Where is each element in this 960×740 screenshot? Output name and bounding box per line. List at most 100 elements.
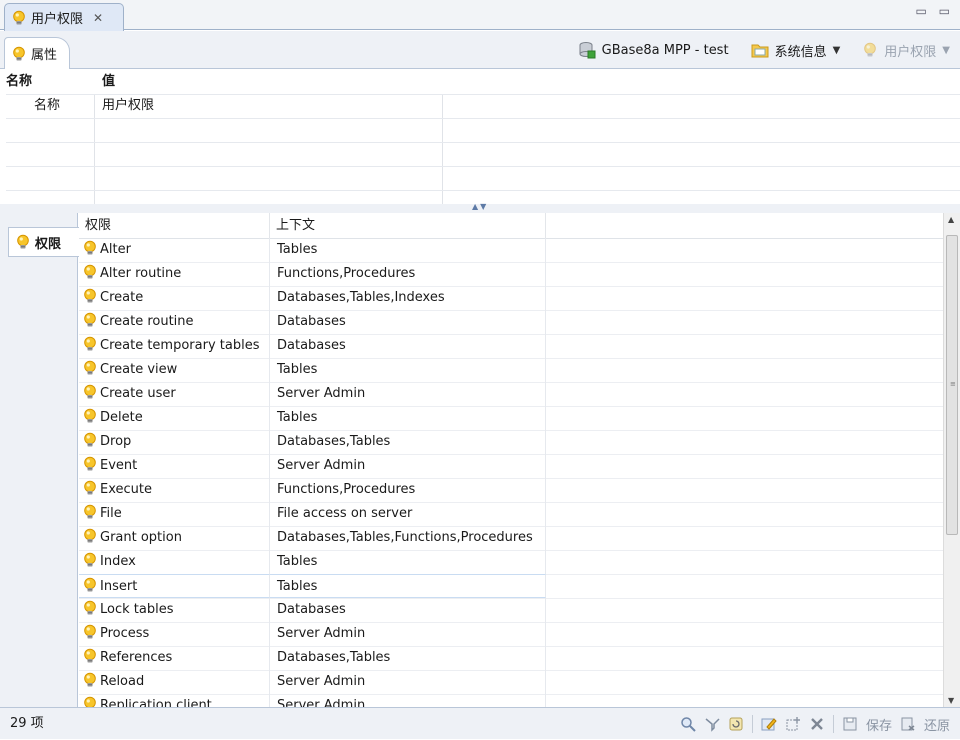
empty-row [6, 118, 960, 143]
table-row[interactable]: Insert Tables [79, 574, 943, 599]
maximize-icon[interactable]: ▭ [939, 4, 954, 18]
context-cell: Server Admin [270, 622, 546, 646]
privilege-name: Insert [100, 579, 138, 594]
tab-permissions-label: 权限 [35, 236, 62, 252]
table-row[interactable]: Delete Tables [79, 406, 943, 431]
privilege-name: Drop [100, 434, 132, 449]
privilege-name: Delete [100, 410, 143, 425]
edit-icon[interactable] [761, 716, 777, 732]
table-row[interactable]: Alter Tables [79, 238, 943, 263]
column-header-privilege[interactable]: 权限 [79, 213, 270, 238]
filter-icon[interactable] [704, 716, 720, 732]
close-icon[interactable]: ✕ [93, 11, 103, 25]
vertical-scrollbar[interactable]: ▲ ≡ ▼ [943, 213, 960, 707]
scroll-thumb[interactable]: ≡ [946, 235, 958, 535]
privilege-name: Create [100, 290, 144, 305]
revert-icon[interactable] [900, 716, 916, 732]
refresh-icon[interactable] [728, 716, 744, 732]
bulb-icon [84, 240, 96, 255]
context-cell: Server Admin [270, 694, 546, 707]
table-row[interactable]: Create view Tables [79, 358, 943, 383]
scroll-down-icon[interactable]: ▼ [948, 696, 954, 705]
table-row[interactable]: Replication client Server Admin [79, 694, 943, 707]
privilege-cell: Drop [79, 430, 270, 454]
table-row[interactable]: Execute Functions,Procedures [79, 478, 943, 503]
table-row[interactable]: Process Server Admin [79, 622, 943, 647]
table-row[interactable]: Lock tables Databases [79, 598, 943, 623]
privilege-name: Lock tables [100, 602, 174, 617]
privilege-name: Alter [100, 242, 131, 257]
privilege-name: Event [100, 458, 138, 473]
table-row[interactable]: Create user Server Admin [79, 382, 943, 407]
add-icon[interactable] [785, 716, 801, 732]
minimize-icon[interactable]: ▭ [915, 4, 930, 18]
table-row[interactable]: Alter routine Functions,Procedures [79, 262, 943, 287]
table-row[interactable]: Reload Server Admin [79, 670, 943, 695]
column-header-value: 值 [102, 74, 116, 89]
collapse-arrows-icon[interactable]: ▲▼ [472, 202, 488, 211]
privilege-cell: Delete [79, 406, 270, 430]
save-icon[interactable] [842, 716, 858, 732]
privilege-name: Create user [100, 386, 176, 401]
column-header-context[interactable]: 上下文 [270, 213, 546, 238]
permissions-table: 权限 上下文 Alter Tables Alter routine Functions… [79, 213, 943, 707]
table-row[interactable]: Event Server Admin [79, 454, 943, 479]
chevron-down-icon[interactable]: ▼ [833, 45, 841, 56]
folder-icon [751, 44, 769, 58]
context-cell: Databases,Tables [270, 430, 546, 454]
table-row[interactable]: Create Databases,Tables,Indexes [79, 286, 943, 311]
revert-button[interactable]: 还原 [924, 715, 950, 734]
tab-properties[interactable]: 属性 [4, 37, 70, 69]
table-row[interactable]: Drop Databases,Tables [79, 430, 943, 455]
context-cell: Server Admin [270, 670, 546, 694]
privilege-context: Server Admin [277, 698, 366, 707]
privilege-name: Grant option [100, 530, 182, 545]
bulb-icon [84, 528, 96, 543]
search-icon[interactable] [680, 716, 696, 732]
context-cell: Tables [270, 406, 546, 430]
editor-tab-bar: 用户权限 ✕ ▭ ▭ [0, 0, 960, 31]
privilege-cell: Create view [79, 358, 270, 382]
save-button[interactable]: 保存 [866, 715, 892, 734]
privilege-context: Tables [277, 410, 318, 425]
privilege-cell: Reload [79, 670, 270, 694]
table-row[interactable]: Index Tables [79, 550, 943, 575]
context-cell: Databases,Tables [270, 646, 546, 670]
tab-properties-label: 属性 [31, 48, 58, 63]
privilege-context: Databases [277, 314, 346, 329]
item-count: 29 项 [10, 716, 44, 731]
bulb-icon [84, 384, 96, 399]
bulb-icon [864, 42, 877, 57]
context-cell: Tables [270, 238, 546, 262]
table-row[interactable]: File File access on server [79, 502, 943, 527]
context-cell: Databases [270, 310, 546, 334]
user-privileges-button[interactable]: 用户权限 [884, 41, 936, 60]
privilege-context: Tables [277, 362, 318, 377]
bulb-icon [84, 408, 96, 423]
table-row[interactable]: Create routine Databases [79, 310, 943, 335]
bulb-icon [84, 456, 96, 471]
column-header-name: 名称 [6, 74, 33, 89]
editor-tab[interactable]: 用户权限 ✕ [4, 3, 124, 31]
privilege-cell: Alter routine [79, 262, 270, 286]
table-row[interactable]: Grant option Databases,Tables,Functions,P… [79, 526, 943, 551]
splitter[interactable]: ▲▼ [0, 202, 960, 213]
privilege-cell: Create user [79, 382, 270, 406]
scroll-up-icon[interactable]: ▲ [948, 215, 954, 224]
privilege-name: Index [100, 554, 136, 569]
table-row[interactable]: Create temporary tables Databases [79, 334, 943, 359]
bulb-icon [13, 46, 25, 61]
status-toolbar: 保存 还原 [680, 708, 950, 740]
delete-icon[interactable] [809, 716, 825, 732]
empty-row [6, 166, 960, 191]
property-row[interactable]: 名称 用户权限 [6, 94, 960, 119]
context-cell: Server Admin [270, 454, 546, 478]
system-info-button[interactable]: 系统信息 [775, 41, 827, 60]
status-bar: 29 项 保存 还原 [0, 707, 960, 739]
context-cell: Databases,Tables,Functions,Procedures [270, 526, 546, 550]
table-row[interactable]: References Databases,Tables [79, 646, 943, 671]
chevron-down-icon[interactable]: ▼ [942, 45, 950, 56]
connection-link[interactable]: GBase8a MPP - test [602, 43, 729, 58]
tab-permissions[interactable]: 权限 [8, 227, 79, 257]
privilege-name: Create routine [100, 314, 194, 329]
